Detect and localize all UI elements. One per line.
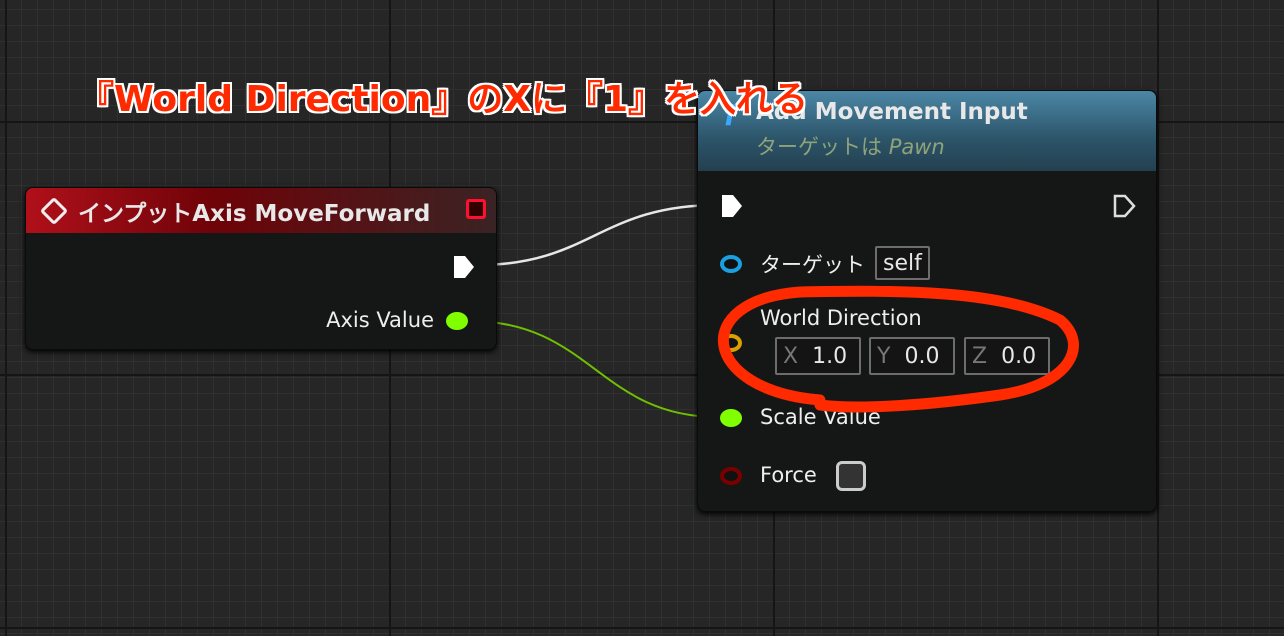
annotation-text: 『World Direction』のXに『1』を入れる <box>78 79 809 120</box>
